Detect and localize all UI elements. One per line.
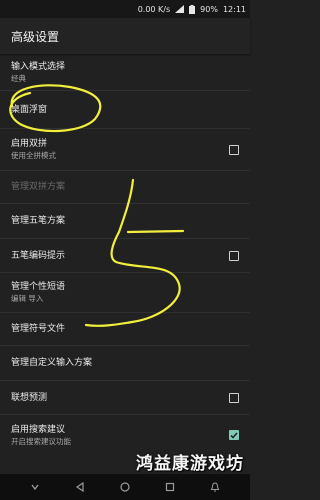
prediction-checkbox[interactable] (229, 392, 239, 403)
back-icon[interactable] (70, 477, 90, 497)
setting-title: 管理符号文件 (11, 324, 66, 334)
setting-title: 输入模式选择 (11, 61, 66, 72)
recents-icon[interactable] (160, 477, 180, 497)
home-icon[interactable] (115, 477, 135, 497)
app-bar: 高级设置 (0, 18, 250, 54)
setting-title: 管理个性短语 (11, 282, 66, 292)
page-title: 高级设置 (11, 29, 60, 44)
setting-wubi-hint[interactable]: 五笔编码提示 (0, 239, 250, 273)
setting-summary: 使用全拼模式 (11, 151, 56, 160)
setting-title: 联想预测 (11, 392, 48, 403)
network-speed: 0.00 K/s (137, 4, 171, 14)
setting-summary: 经典 (11, 73, 26, 83)
setting-title: 管理五笔方案 (11, 216, 66, 226)
status-bar: 0.00 K/s 90% 12:11 (0, 0, 250, 18)
setting-custom-scheme[interactable]: 管理自定义输入方案 (0, 346, 250, 381)
battery-icon (189, 4, 196, 14)
setting-title: 管理自定义输入方案 (11, 358, 93, 368)
setting-manage-shuangpin: 管理双拼方案 (0, 171, 250, 204)
setting-manage-symbols[interactable]: 管理符号文件 (0, 313, 250, 346)
setting-manage-phrases[interactable]: 管理个性短语 编辑 导入 (0, 273, 250, 313)
clock: 12:11 (222, 4, 246, 14)
checkmark-icon (230, 432, 238, 439)
setting-enable-shuangpin[interactable]: 启用双拼 使用全拼模式 (0, 129, 250, 171)
search-suggestion-checkbox[interactable] (229, 430, 239, 440)
setting-title: 启用搜索建议 (11, 424, 66, 435)
watermark: 鸿益康游戏坊 (136, 454, 244, 474)
setting-title: 桌面浮窗 (11, 104, 48, 115)
wubi-hint-checkbox[interactable] (229, 250, 239, 261)
setting-title: 五笔编码提示 (11, 250, 66, 261)
navigation-bar (0, 474, 250, 500)
setting-prediction[interactable]: 联想预测 (0, 381, 250, 415)
setting-summary: 编辑 导入 (11, 294, 44, 303)
settings-list: 输入模式选择 经典 桌面浮窗 启用双拼 使用全拼模式 管理双拼方案 管理五笔方案… (0, 54, 250, 455)
setting-floating-window[interactable]: 桌面浮窗 (0, 91, 250, 129)
setting-manage-wubi[interactable]: 管理五笔方案 (0, 204, 250, 239)
signal-icon (175, 5, 185, 13)
setting-input-mode[interactable]: 输入模式选择 经典 (0, 54, 250, 91)
battery-percent: 90% (200, 4, 218, 14)
notification-icon[interactable] (205, 477, 225, 497)
setting-title: 启用双拼 (11, 139, 48, 149)
down-icon[interactable] (25, 477, 45, 497)
setting-title: 管理双拼方案 (11, 182, 66, 192)
setting-summary: 开启搜索建议功能 (11, 436, 71, 446)
shuangpin-checkbox[interactable] (229, 144, 239, 155)
